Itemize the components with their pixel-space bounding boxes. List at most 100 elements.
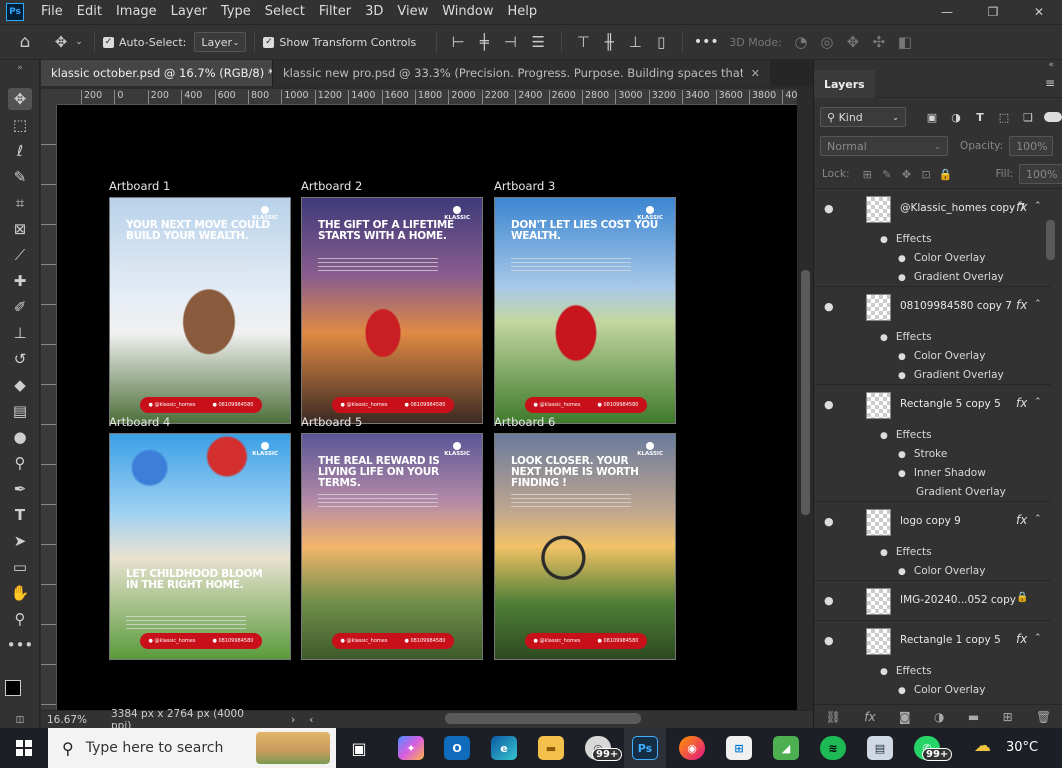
fx-icon[interactable]: fx [1016,513,1027,527]
tab-layers[interactable]: Layers [814,70,875,98]
chevron-up-icon[interactable]: ⌃ [1034,299,1042,309]
menu-image[interactable]: Image [109,0,164,24]
visibility-eye-icon[interactable]: ● [898,371,906,381]
artboard[interactable]: KLASSIC THE REAL REWARD IS LIVING LIFE ON… [301,433,483,660]
artboard-label[interactable]: Artboard 5 [301,415,362,429]
zoom-level[interactable]: 16.67% [41,714,101,726]
add-mask-icon[interactable]: ◙ [899,710,911,724]
chevron-up-icon[interactable]: ⌃ [1034,514,1042,524]
quick-select-tool-icon[interactable]: ✎ [8,166,32,188]
vertical-scroll-thumb[interactable] [801,270,810,515]
opacity-field[interactable]: 100% [1009,136,1054,156]
effects-label[interactable]: ● Effects [880,546,932,558]
fill-field[interactable]: 100% [1019,164,1062,184]
visibility-eye-icon[interactable]: ● [898,567,906,577]
artboard[interactable]: KLASSIC THE GIFT OF A LIFETIME STARTS WIT… [301,197,483,424]
dodge-tool-icon[interactable]: ⚲ [8,452,32,474]
artboard-label[interactable]: Artboard 3 [494,179,555,193]
orbit-3d-icon[interactable]: ◔ [788,33,814,51]
foreground-color-swatch[interactable] [5,680,21,696]
temperature[interactable]: 30°C [1006,740,1038,755]
photoshop-taskbar-icon[interactable]: Ps [632,736,658,760]
effect-item[interactable]: ● Gradient Overlay [898,369,1004,381]
pen-tool-icon[interactable]: ✒ [8,478,32,500]
move-tool-icon[interactable]: ✥ [50,33,72,51]
effect-item[interactable]: ● Stroke [898,448,947,460]
marquee-tool-icon[interactable]: ⬚ [8,114,32,136]
effects-label[interactable]: ● Effects [880,331,932,343]
eraser-tool-icon[interactable]: ◆ [8,374,32,396]
menu-filter[interactable]: Filter [312,0,358,24]
layer-row[interactable]: ● logo copy 9 fx ⌃ ● Effects ● Color Overl… [814,502,1051,581]
crop-tool-icon[interactable]: ⌗ [8,192,32,214]
chevron-down-icon[interactable]: ⌄ [72,37,86,47]
layer-row[interactable]: ● Rectangle 1 copy 5 fx ⌃ ● Effects ● Colo… [814,621,1051,704]
collapse-panel-icon[interactable]: « [1048,60,1054,70]
type-tool-icon[interactable]: T [8,504,32,526]
layers-scroll-thumb[interactable] [1046,220,1055,260]
healing-brush-tool-icon[interactable]: ✚ [8,270,32,292]
effects-label[interactable]: ● Effects [880,429,932,441]
eyedropper-tool-icon[interactable]: ⟋ [8,244,32,266]
effect-item[interactable]: ● Color Overlay [898,565,985,577]
artboard[interactable]: KLASSIC LET CHILDHOOD BLOOM IN THE RIGHT … [109,433,291,660]
document-canvas[interactable]: Artboard 1 KLASSIC YOUR NEXT MOVE COULD BU… [57,105,797,710]
copilot-icon[interactable]: ✦ [398,736,424,760]
visibility-eye-icon[interactable]: ● [880,333,888,343]
layer-row[interactable]: ● Rectangle 5 copy 5 fx ⌃ ● Effects ● Stro… [814,385,1051,502]
slide-3d-icon[interactable]: ✣ [866,33,892,51]
visibility-eye-icon[interactable]: ● [880,235,888,245]
fx-icon[interactable]: fx [1016,632,1027,646]
visibility-eye-icon[interactable]: ● [824,515,834,528]
taskbar-search-box[interactable]: ⚲ Type here to search [48,728,336,768]
layer-row[interactable]: ● @Klassic_homes copy 7 fx ⌃ ● Effects ● C… [814,189,1051,287]
app-icon-green[interactable]: ◢ [773,736,799,760]
layer-row[interactable]: ● 08109984580 copy 7 fx ⌃ ● Effects ● Colo… [814,287,1051,385]
align-center-icon[interactable]: ╪ [471,33,497,51]
visibility-eye-icon[interactable]: ● [880,431,888,441]
menu-type[interactable]: Type [214,0,258,24]
filter-pixel-icon[interactable]: ▣ [920,111,944,124]
store-icon[interactable]: ⊞ [726,736,752,760]
move-tool-icon[interactable]: ✥ [8,88,32,110]
quick-mask-icon[interactable]: ◫ [8,714,32,726]
artboard[interactable]: KLASSIC LOOK CLOSER. YOUR NEXT HOME IS WO… [494,433,676,660]
artboard-label[interactable]: Artboard 6 [494,415,555,429]
history-brush-tool-icon[interactable]: ↺ [8,348,32,370]
edge-icon[interactable]: e [491,736,517,760]
effects-label[interactable]: ● Effects [880,233,932,245]
task-view-icon[interactable]: ▣ [346,736,372,760]
layer-name[interactable]: @Klassic_homes copy 7 [900,202,1025,214]
visibility-eye-icon[interactable]: ● [898,686,906,696]
transform-controls-checkbox[interactable]: ✓ [263,36,275,48]
filter-type-icon[interactable]: T [968,111,992,124]
vertical-ruler[interactable] [41,105,57,710]
layer-name[interactable]: IMG-20240...052 copy [900,594,1016,606]
outlook-icon[interactable]: O [444,736,470,760]
frame-tool-icon[interactable]: ⊠ [8,218,32,240]
visibility-eye-icon[interactable]: ● [898,469,906,479]
scroll-left-icon[interactable]: ‹ [309,714,313,726]
align-middle-icon[interactable]: ╫ [596,33,622,51]
effect-item[interactable]: ● Inner Shadow [898,467,986,479]
fx-icon[interactable]: fx [1016,396,1027,410]
visibility-eye-icon[interactable]: ● [880,667,888,677]
zoom-tool-icon[interactable]: ⚲ [8,608,32,630]
layer-name[interactable]: Rectangle 1 copy 5 [900,634,1001,646]
visibility-eye-icon[interactable]: ● [898,273,906,283]
scale-3d-icon[interactable]: ◧ [892,33,918,51]
app-icon-monitor[interactable]: ▤ [867,736,893,760]
effect-item[interactable]: ● Color Overlay [898,252,985,264]
visibility-eye-icon[interactable]: ● [824,594,834,607]
rectangle-tool-icon[interactable]: ▭ [8,556,32,578]
lock-artboard-icon[interactable]: ⊡ [916,168,936,181]
visibility-eye-icon[interactable]: ● [880,548,888,558]
auto-select-checkbox[interactable]: ✓ [103,36,114,48]
home-icon[interactable]: ⌂ [0,32,50,52]
visibility-eye-icon[interactable]: ● [824,202,834,215]
weather-icon[interactable]: ☁ [974,736,1000,758]
ruler-origin[interactable] [41,89,57,105]
layer-row[interactable]: ● IMG-20240...052 copy 🔒 [814,581,1051,621]
chevron-up-icon[interactable]: ⌃ [1034,397,1042,407]
more-tools-icon[interactable]: ••• [7,634,34,656]
